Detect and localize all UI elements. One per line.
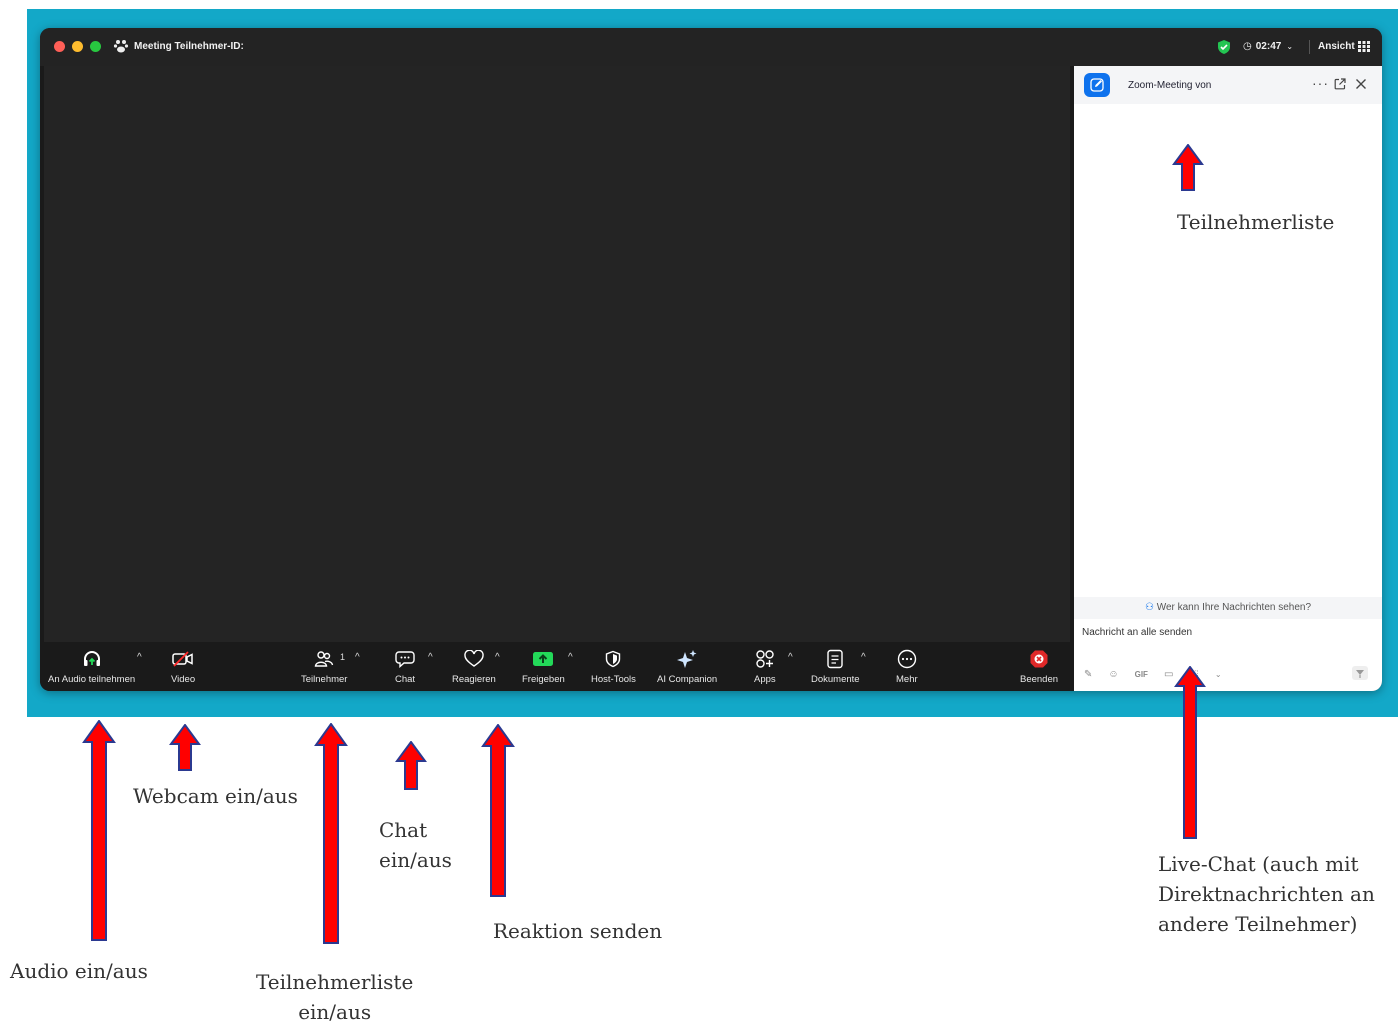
chevron-down-icon: ⌄ xyxy=(1286,42,1294,51)
share-label: Freigeben xyxy=(522,674,565,685)
view-button[interactable]: Ansicht xyxy=(1318,41,1355,52)
participants-label: Teilnehmer xyxy=(301,674,348,685)
minimize-window-button[interactable] xyxy=(72,41,83,52)
window-title: Meeting Teilnehmer-ID: xyxy=(134,41,244,52)
chat-panel: Zoom-Meeting von ··· ⚇ Wer kann Ihre Nac… xyxy=(1074,66,1382,691)
documents-label: Dokumente xyxy=(811,674,860,685)
host-tools-button[interactable]: Host-Tools xyxy=(591,648,636,685)
more-options-icon[interactable]: ··· xyxy=(1312,75,1329,91)
video-label: Video xyxy=(171,674,196,685)
message-visibility-text: Wer kann Ihre Nachrichten sehen? xyxy=(1156,602,1312,613)
meeting-toolbar: An Audio teilnehmen ^ Video Teilnehmer 1… xyxy=(40,642,1074,691)
grid-view-icon[interactable] xyxy=(1358,41,1370,52)
annotation-livechat-line3: andere Teilnehmer) xyxy=(1158,912,1358,936)
meeting-info-icon[interactable] xyxy=(113,38,129,54)
annotation-livechat-line1: Live-Chat (auch mit xyxy=(1158,852,1359,876)
arrow-chat xyxy=(395,741,427,790)
annotation-reaction: Reaktion senden xyxy=(493,919,663,943)
annotation-chat-line1: Chat xyxy=(379,818,428,842)
annotation-chat-line2: ein/aus xyxy=(379,848,452,872)
annotation-chat: Chat ein/aus xyxy=(379,815,452,875)
shield-icon xyxy=(606,650,621,668)
apps-label: Apps xyxy=(754,674,776,685)
arrow-participants-list xyxy=(1172,144,1204,191)
ai-companion-button[interactable]: AI Companion xyxy=(657,648,717,685)
video-stage xyxy=(44,66,1070,642)
arrow-reaction xyxy=(481,724,515,897)
chat-message-input[interactable] xyxy=(1082,624,1372,640)
annotation-livechat-line2: Direktnachrichten an xyxy=(1158,882,1375,906)
annotation-participants-toggle: Teilnehmerliste ein/aus xyxy=(256,967,413,1027)
compose-icon xyxy=(1090,78,1104,92)
file-icon[interactable]: ▭ xyxy=(1164,669,1173,680)
chat-input-tools: ✎ ☺ GIF ▭ ⬚ ⌄ xyxy=(1084,665,1238,683)
chat-label: Chat xyxy=(395,674,416,685)
more-button[interactable]: Mehr xyxy=(896,648,918,685)
heart-icon xyxy=(464,650,484,667)
host-tools-label: Host-Tools xyxy=(591,674,636,685)
clock-icon: ◷ xyxy=(1243,41,1252,52)
emoji-icon[interactable]: ☺ xyxy=(1108,669,1118,680)
react-button[interactable]: Reagieren xyxy=(452,648,496,685)
chat-panel-header: Zoom-Meeting von ··· xyxy=(1074,66,1382,104)
close-icon[interactable] xyxy=(1355,78,1367,90)
participants-options-caret[interactable]: ^ xyxy=(355,652,360,663)
title-bar: Meeting Teilnehmer-ID: ◷ 02:47 ⌄ Ansicht xyxy=(40,28,1382,66)
gif-button[interactable]: GIF xyxy=(1135,670,1148,679)
end-meeting-label: Beenden xyxy=(1020,674,1059,685)
people-icon: ⚇ xyxy=(1144,602,1154,613)
join-audio-button[interactable]: An Audio teilnehmen xyxy=(48,648,135,685)
zoom-meeting-window: Meeting Teilnehmer-ID: ◷ 02:47 ⌄ Ansicht A… xyxy=(40,28,1382,691)
react-options-caret[interactable]: ^ xyxy=(495,652,500,663)
more-label: Mehr xyxy=(896,674,918,685)
chat-icon xyxy=(395,651,415,668)
document-icon xyxy=(827,649,843,669)
encryption-shield-icon[interactable] xyxy=(1216,39,1232,55)
participants-count: 1 xyxy=(340,652,346,662)
end-meeting-icon xyxy=(1030,650,1048,668)
documents-options-caret[interactable]: ^ xyxy=(861,652,866,663)
annotation-livechat: Live-Chat (auch mit Direktnachrichten an… xyxy=(1158,849,1375,939)
arrow-audio xyxy=(82,720,116,941)
sparkle-icon xyxy=(677,650,697,668)
video-button[interactable]: Video xyxy=(171,648,195,685)
headphones-icon xyxy=(83,651,100,666)
arrow-livechat xyxy=(1174,666,1206,839)
meeting-timer[interactable]: ◷ 02:47 ⌄ xyxy=(1243,41,1293,52)
audio-options-caret[interactable]: ^ xyxy=(137,652,142,663)
annotation-participants-list: Teilnehmerliste xyxy=(1177,210,1335,234)
divider xyxy=(1309,40,1310,54)
react-label: Reagieren xyxy=(452,674,496,685)
share-screen-icon xyxy=(533,652,554,666)
new-chat-button[interactable] xyxy=(1084,73,1110,97)
timer-value: 02:47 xyxy=(1255,41,1282,52)
arrow-webcam xyxy=(169,724,201,771)
end-meeting-button[interactable]: Beenden xyxy=(1020,648,1058,685)
join-audio-label: An Audio teilnehmen xyxy=(48,674,136,685)
maximize-window-button[interactable] xyxy=(90,41,101,52)
format-icon[interactable]: ✎ xyxy=(1084,669,1092,680)
video-off-icon xyxy=(172,651,193,667)
annotation-webcam: Webcam ein/aus xyxy=(133,784,298,808)
close-window-button[interactable] xyxy=(54,41,65,52)
annotation-participants-toggle-line1: Teilnehmerliste xyxy=(256,970,414,994)
share-button[interactable]: Freigeben xyxy=(522,648,565,685)
chat-options-caret[interactable]: ^ xyxy=(428,652,433,663)
chat-button[interactable]: Chat xyxy=(395,648,415,685)
participants-icon xyxy=(314,651,334,667)
apps-icon xyxy=(756,650,774,668)
arrow-participants-toggle xyxy=(314,723,348,944)
popout-icon[interactable] xyxy=(1334,78,1346,90)
apps-button[interactable]: Apps xyxy=(754,648,776,685)
chevron-down-icon[interactable]: ⌄ xyxy=(1215,670,1222,679)
annotation-audio: Audio ein/aus xyxy=(10,959,148,983)
chat-panel-title: Zoom-Meeting von xyxy=(1128,80,1212,91)
apps-options-caret[interactable]: ^ xyxy=(788,652,793,663)
send-icon[interactable] xyxy=(1352,666,1368,680)
share-options-caret[interactable]: ^ xyxy=(568,652,573,663)
more-icon xyxy=(897,649,917,669)
ai-companion-label: AI Companion xyxy=(657,674,718,685)
documents-button[interactable]: Dokumente xyxy=(811,648,860,685)
message-visibility-bar[interactable]: ⚇ Wer kann Ihre Nachrichten sehen? xyxy=(1074,597,1382,619)
